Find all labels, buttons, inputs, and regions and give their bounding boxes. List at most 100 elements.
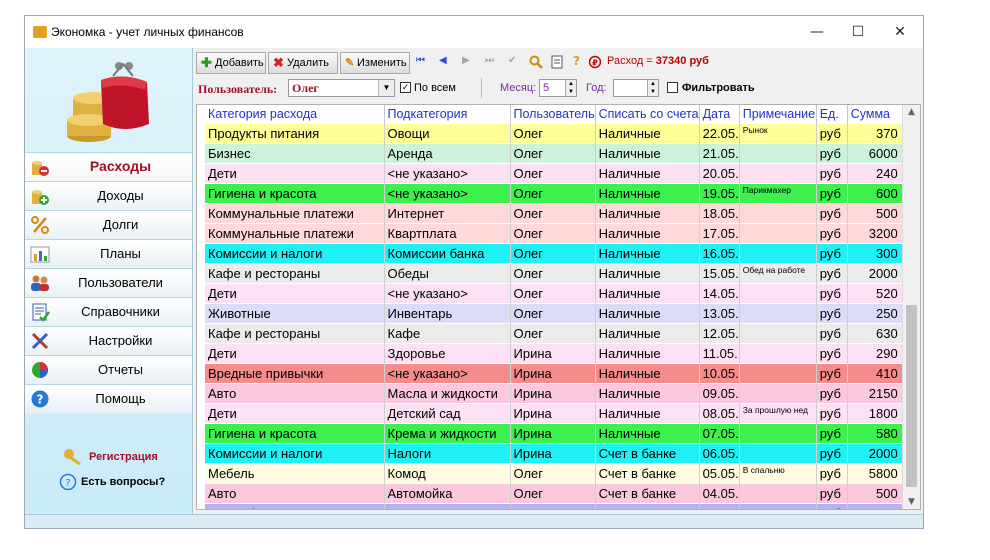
subcategory-cell[interactable]: Комод bbox=[384, 463, 511, 484]
unit-cell[interactable]: руб bbox=[816, 303, 848, 324]
category-cell[interactable]: Комиссии и налоги bbox=[205, 243, 385, 264]
amount-cell[interactable]: 9200 bbox=[847, 503, 904, 509]
category-cell[interactable]: Авто bbox=[205, 483, 385, 504]
date-cell[interactable]: 04.05. bbox=[699, 483, 740, 504]
user-cell[interactable]: Ирина bbox=[510, 403, 596, 424]
account-cell[interactable]: Наличные bbox=[595, 403, 700, 424]
year-spinner[interactable]: ▲ ▼ bbox=[613, 79, 659, 97]
amount-cell[interactable]: 370 bbox=[847, 123, 904, 144]
category-cell[interactable]: Вредные привычки bbox=[205, 363, 385, 384]
amount-cell[interactable]: 500 bbox=[847, 203, 904, 224]
user-cell[interactable]: Олег bbox=[510, 323, 596, 344]
user-cell[interactable]: Олег bbox=[510, 123, 596, 144]
user-cell[interactable]: Олег bbox=[510, 243, 596, 264]
user-cell[interactable]: Олег bbox=[510, 483, 596, 504]
note-cell[interactable]: Рынок bbox=[739, 123, 817, 144]
table-row[interactable]: Бизнес Аренда Олег Наличные 21.05. руб 6000 bbox=[197, 143, 904, 164]
next-record-icon[interactable]: ▶ bbox=[462, 55, 470, 66]
amount-cell[interactable]: 630 bbox=[847, 323, 904, 344]
unit-cell[interactable]: руб bbox=[816, 483, 848, 504]
unit-cell[interactable]: руб bbox=[816, 343, 848, 364]
date-cell[interactable]: 07.05. bbox=[699, 423, 740, 444]
account-cell[interactable]: Наличные bbox=[595, 143, 700, 164]
note-cell[interactable] bbox=[739, 383, 817, 404]
column-header[interactable]: Сумма bbox=[847, 105, 904, 124]
note-cell[interactable] bbox=[739, 503, 817, 509]
table-row[interactable]: Авто Масла и жидкости Ирина Наличные 09.05. р… bbox=[197, 383, 904, 404]
note-cell[interactable] bbox=[739, 483, 817, 504]
user-cell[interactable]: Олег bbox=[510, 183, 596, 204]
table-row[interactable]: Коммунальные платежи Квартплата Олег Наличн… bbox=[197, 223, 904, 244]
unit-cell[interactable]: руб bbox=[816, 123, 848, 144]
category-cell[interactable]: Гигиена и красота bbox=[205, 183, 385, 204]
amount-cell[interactable]: 2000 bbox=[847, 263, 904, 284]
account-cell[interactable]: Наличные bbox=[595, 123, 700, 144]
column-header[interactable]: Подкатегория bbox=[384, 105, 511, 124]
search-icon[interactable] bbox=[529, 55, 543, 69]
sidebar-item-income[interactable]: Доходы bbox=[25, 181, 192, 210]
account-cell[interactable]: Наличные bbox=[595, 243, 700, 264]
subcategory-cell[interactable]: Налоги bbox=[384, 443, 511, 464]
date-cell[interactable]: 09.05. bbox=[699, 383, 740, 404]
date-cell[interactable]: 12.05. bbox=[699, 323, 740, 344]
row-indicator[interactable] bbox=[197, 243, 205, 264]
unit-cell[interactable]: руб bbox=[816, 403, 848, 424]
table-row[interactable]: Комиссии и налоги Комиссии банка Олег Налич… bbox=[197, 243, 904, 264]
row-indicator[interactable] bbox=[197, 343, 205, 364]
expenses-grid[interactable]: Категория расхода Подкатегория Пользоват… bbox=[196, 104, 921, 510]
unit-cell[interactable]: руб bbox=[816, 143, 848, 164]
table-row[interactable]: Кафе и рестораны Обеды Олег Наличные 15.05. О… bbox=[197, 263, 904, 284]
row-indicator[interactable] bbox=[197, 223, 205, 244]
category-cell[interactable]: Бизнес bbox=[205, 143, 385, 164]
month-spinner[interactable]: 5 ▲ ▼ bbox=[539, 79, 577, 97]
category-cell[interactable]: Гигиена и красота bbox=[205, 423, 385, 444]
subcategory-cell[interactable]: Кафе bbox=[384, 323, 511, 344]
account-cell[interactable]: Наличные bbox=[595, 263, 700, 284]
subcategory-cell[interactable]: Квартплата bbox=[384, 223, 511, 244]
column-header[interactable]: Ед. bbox=[816, 105, 848, 124]
category-cell[interactable]: Животные bbox=[205, 303, 385, 324]
by-all-checkbox[interactable]: ✓ bbox=[400, 82, 411, 93]
account-cell[interactable]: Наличные bbox=[595, 183, 700, 204]
account-cell[interactable]: Наличные bbox=[595, 203, 700, 224]
subcategory-cell[interactable]: Детский сад bbox=[384, 403, 511, 424]
amount-cell[interactable]: 500 bbox=[847, 483, 904, 504]
sidebar-item-expenses[interactable]: Расходы bbox=[25, 152, 192, 181]
row-indicator[interactable] bbox=[197, 263, 205, 284]
delete-button[interactable]: ✖ Удалить bbox=[268, 52, 338, 74]
row-indicator[interactable] bbox=[197, 123, 205, 144]
user-cell[interactable]: Олег bbox=[510, 203, 596, 224]
subcategory-cell[interactable]: Интернет bbox=[384, 203, 511, 224]
amount-cell[interactable]: 1800 bbox=[847, 403, 904, 424]
table-row[interactable]: Дети Детский сад Ирина Наличные 08.05. За про… bbox=[197, 403, 904, 424]
category-cell[interactable]: Дети bbox=[205, 163, 385, 184]
scroll-down-icon[interactable]: ▼ bbox=[903, 497, 920, 507]
questions-link[interactable]: ? Есть вопросы? bbox=[57, 472, 189, 494]
table-row[interactable]: Гигиена и красота Крема и жидкости Ирина На… bbox=[197, 423, 904, 444]
sidebar-item-help[interactable]: ? Помощь bbox=[25, 384, 192, 413]
row-indicator[interactable] bbox=[197, 303, 205, 324]
close-button[interactable]: ✕ bbox=[880, 20, 920, 44]
note-cell[interactable] bbox=[739, 343, 817, 364]
date-cell[interactable]: 15.05. bbox=[699, 263, 740, 284]
amount-cell[interactable]: 410 bbox=[847, 363, 904, 384]
table-row[interactable]: Гигиена и красота <не указано> Олег Наличны… bbox=[197, 183, 904, 204]
subcategory-cell[interactable]: Автомойка bbox=[384, 483, 511, 504]
note-cell[interactable] bbox=[739, 203, 817, 224]
date-cell[interactable]: 13.05. bbox=[699, 303, 740, 324]
category-cell[interactable]: Кафе и рестораны bbox=[205, 263, 385, 284]
sidebar-item-debts[interactable]: Долги bbox=[25, 210, 192, 239]
help-question-icon[interactable]: ? bbox=[573, 54, 580, 68]
user-cell[interactable]: Олег bbox=[510, 303, 596, 324]
user-cell[interactable]: Олег bbox=[510, 223, 596, 244]
subcategory-cell[interactable]: <не указано> bbox=[384, 183, 511, 204]
table-row[interactable]: ▶Кредит/долгиАвтокредитОлегЗаначка03.05.… bbox=[197, 503, 904, 509]
sidebar-item-users[interactable]: Пользователи bbox=[25, 268, 192, 297]
note-cell[interactable] bbox=[739, 143, 817, 164]
unit-cell[interactable]: руб bbox=[816, 263, 848, 284]
user-cell[interactable]: Олег bbox=[510, 163, 596, 184]
note-cell[interactable] bbox=[739, 163, 817, 184]
sidebar-item-reports[interactable]: Отчеты bbox=[25, 355, 192, 384]
category-cell[interactable]: Дети bbox=[205, 283, 385, 304]
subcategory-cell[interactable]: Обеды bbox=[384, 263, 511, 284]
